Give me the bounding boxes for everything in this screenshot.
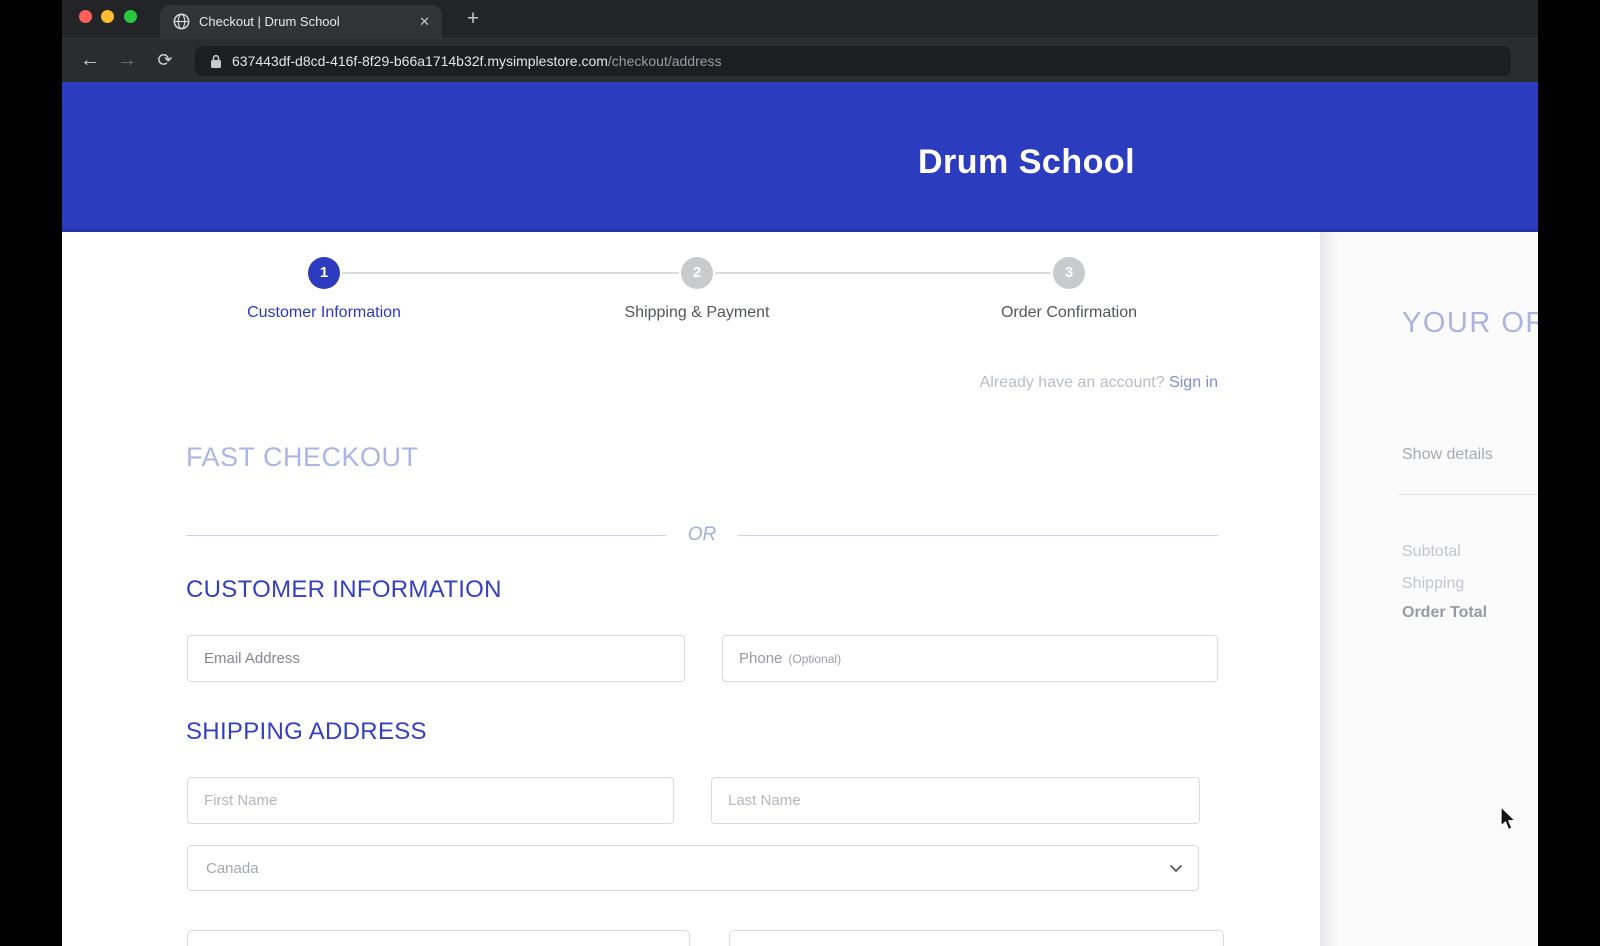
phone-placeholder: Phone <box>739 650 782 667</box>
new-tab-button[interactable]: + <box>458 4 488 34</box>
browser-tab[interactable]: Checkout | Drum School ✕ <box>160 5 442 38</box>
email-input[interactable] <box>187 635 685 682</box>
step-connector <box>342 272 679 274</box>
country-select[interactable]: Canada <box>187 845 1199 891</box>
last-name-input[interactable] <box>711 777 1200 824</box>
close-tab-icon[interactable]: ✕ <box>419 14 430 30</box>
refresh-icon[interactable]: ⟳ <box>150 46 180 76</box>
account-prompt: Already have an account? Sign in <box>980 374 1218 392</box>
step-circle-3: 3 <box>1053 257 1085 289</box>
step-label-order-confirmation: Order Confirmation <box>919 304 1219 322</box>
checkout-page: Drum School 1 2 3 Customer Information S… <box>62 82 1538 946</box>
browser-window: Checkout | Drum School ✕ + ← → ⟳ 637443d… <box>62 0 1538 946</box>
chevron-down-icon <box>1169 864 1183 873</box>
url-domain: 637443df-d8cd-416f-8f29-b66a1714b32f.mys… <box>232 53 608 69</box>
summary-row-subtotal: Subtotal <box>1402 543 1461 561</box>
browser-toolbar: ← → ⟳ 637443df-d8cd-416f-8f29-b66a1714b3… <box>62 38 1538 82</box>
country-selected-value: Canada <box>206 860 259 877</box>
first-name-input[interactable] <box>187 777 674 824</box>
globe-icon <box>173 13 190 30</box>
step-label-shipping-payment: Shipping & Payment <box>547 304 847 322</box>
summary-row-shipping: Shipping <box>1402 575 1464 593</box>
back-icon[interactable]: ← <box>75 46 105 76</box>
url-text: 637443df-d8cd-416f-8f29-b66a1714b32f.mys… <box>232 53 722 69</box>
step-circle-1: 1 <box>308 257 340 289</box>
forward-icon: → <box>112 46 142 76</box>
minimize-window-button[interactable] <box>101 10 114 23</box>
lock-icon <box>210 54 222 69</box>
tab-strip: Checkout | Drum School ✕ + <box>62 0 1538 38</box>
order-summary-panel: YOUR ORDER Show details Subtotal Shippin… <box>1320 232 1538 946</box>
show-details-link[interactable]: Show details <box>1402 446 1493 464</box>
step-label-customer-information: Customer Information <box>174 304 474 322</box>
step-circle-2: 2 <box>681 257 713 289</box>
summary-divider <box>1398 494 1538 495</box>
phone-optional-note: (Optional) <box>788 652 841 666</box>
url-path: /checkout/address <box>608 53 722 69</box>
tab-title: Checkout | Drum School <box>199 14 411 29</box>
address-bar[interactable]: 637443df-d8cd-416f-8f29-b66a1714b32f.mys… <box>195 46 1511 76</box>
mouse-cursor <box>1497 806 1519 832</box>
or-divider-text: OR <box>666 524 739 546</box>
zoom-window-button[interactable] <box>124 10 137 23</box>
sign-in-link[interactable]: Sign in <box>1169 374 1218 391</box>
order-summary-title: YOUR ORDER <box>1402 307 1538 340</box>
address-secondary-input[interactable] <box>729 930 1224 946</box>
close-window-button[interactable] <box>79 10 92 23</box>
store-name: Drum School <box>918 143 1135 182</box>
step-connector <box>715 272 1051 274</box>
phone-input[interactable]: Phone (Optional) <box>722 635 1218 682</box>
fast-checkout-title: FAST CHECKOUT <box>186 442 419 473</box>
shipping-address-title: SHIPPING ADDRESS <box>186 718 427 746</box>
customer-information-title: CUSTOMER INFORMATION <box>186 576 502 604</box>
summary-row-order-total: Order Total <box>1402 604 1487 622</box>
or-divider: OR <box>186 525 1218 545</box>
divider-line <box>186 535 666 536</box>
store-header: Drum School <box>62 82 1538 232</box>
address-input[interactable] <box>187 930 690 946</box>
account-prompt-text: Already have an account? <box>980 374 1165 391</box>
divider-line <box>738 535 1218 536</box>
